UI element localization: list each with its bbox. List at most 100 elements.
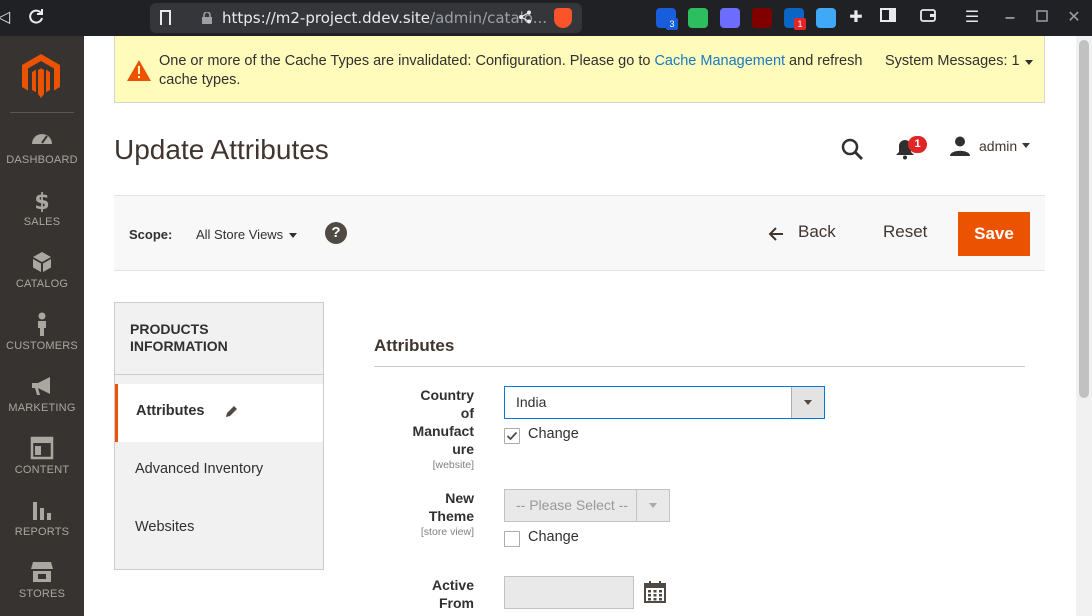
share-icon[interactable] <box>518 10 532 27</box>
chevron-down-icon[interactable] <box>636 490 669 521</box>
chevron-down-icon[interactable] <box>289 233 297 238</box>
cube-icon <box>33 252 51 272</box>
system-messages-toggle[interactable]: System Messages: 1 <box>885 53 1020 69</box>
page-title: Update Attributes <box>114 134 329 165</box>
pencil-icon <box>226 406 237 417</box>
sidebar-toggle-icon[interactable] <box>878 8 898 28</box>
field-scope-label: [store view] <box>420 526 474 538</box>
back-button[interactable]: Back <box>766 222 836 242</box>
sidebar-item-stores[interactable]: STORES <box>0 560 84 616</box>
change-label: Change <box>528 426 579 442</box>
country-of-manufacture-select[interactable]: India <box>504 386 825 419</box>
sidebar-item-label: STORES <box>18 588 66 600</box>
section-title: Attributes <box>374 336 455 355</box>
maximize-icon[interactable] <box>1032 8 1052 28</box>
scrollbar-thumb[interactable] <box>1079 40 1089 398</box>
gauge-icon <box>32 134 52 144</box>
devtools-icon[interactable] <box>816 8 836 28</box>
field-scope-label: [website] <box>432 459 474 471</box>
brave-shield-icon[interactable] <box>554 8 572 28</box>
menu-icon[interactable]: ☰ <box>962 8 982 28</box>
minimize-icon[interactable]: – <box>1000 8 1020 28</box>
close-window-icon[interactable]: ✕ <box>1064 8 1084 28</box>
tabs-divider <box>115 374 323 375</box>
change-label: Change <box>528 529 579 545</box>
back-nav-icon[interactable]: ◁ <box>0 8 14 28</box>
tab-label: Websites <box>135 519 195 535</box>
chevron-down-icon[interactable] <box>791 387 824 418</box>
search-icon[interactable] <box>840 137 864 161</box>
save-button[interactable]: Save <box>958 212 1030 256</box>
sidebar-item-customers[interactable]: CUSTOMERS <box>0 312 84 372</box>
extension-badge: 1 <box>794 18 806 30</box>
theme-change-checkbox[interactable] <box>504 531 520 547</box>
lock-icon <box>202 12 212 24</box>
select-value: India <box>516 394 547 410</box>
tab-attributes[interactable]: Attributes <box>115 384 323 442</box>
country-of-manufacture-label: Country of Manufact ure <box>412 387 474 457</box>
tab-advanced-inventory[interactable]: Advanced Inventory <box>115 442 323 500</box>
notification-count-badge[interactable]: 1 <box>908 136 927 153</box>
bookmark-icon[interactable] <box>160 10 171 25</box>
sidebar-item-sales[interactable]: $ SALES <box>0 188 84 248</box>
new-theme-label: New Theme <box>428 490 474 524</box>
section-divider <box>374 366 1025 367</box>
dollar-icon: $ <box>34 190 49 212</box>
reset-button[interactable]: Reset <box>883 222 927 242</box>
address-bar[interactable]: https://m2-project.ddev.site/admin/catal… <box>150 3 582 33</box>
tab-label: Advanced Inventory <box>135 461 264 477</box>
megaphone-icon <box>32 377 50 395</box>
sidebar-divider <box>10 112 74 113</box>
admin-sidebar: DASHBOARD $ SALES CATALOG CUSTOMERS MARK… <box>0 36 84 616</box>
active-from-label: Active From <box>431 577 474 611</box>
sidebar-item-catalog[interactable]: CATALOG <box>0 250 84 310</box>
ublock-icon[interactable] <box>752 8 772 28</box>
sidebar-item-reports[interactable]: REPORTS <box>0 498 84 558</box>
reload-icon[interactable] <box>26 8 46 28</box>
new-theme-select[interactable]: -- Please Select -- <box>504 489 670 522</box>
bar-chart-icon <box>33 502 51 520</box>
page-scrollbar[interactable] <box>1076 36 1092 616</box>
magento-logo-icon[interactable] <box>22 54 60 98</box>
sidebar-item-marketing[interactable]: MARKETING <box>0 374 84 434</box>
country-change-checkbox[interactable] <box>504 428 520 444</box>
system-notice: One or more of the Cache Types are inval… <box>114 36 1045 103</box>
scope-label: Scope: <box>129 227 173 242</box>
wallet-icon[interactable] <box>918 8 938 28</box>
extension-badge: 3 <box>666 18 678 30</box>
sidebar-item-label: MARKETING <box>8 402 76 414</box>
calendar-icon[interactable] <box>644 581 666 603</box>
admin-user-menu[interactable]: admin <box>979 138 1017 154</box>
sidebar-item-dashboard[interactable]: DASHBOARD <box>0 126 84 186</box>
help-icon[interactable]: ? <box>325 222 347 244</box>
svg-text:$: $ <box>34 190 49 212</box>
tab-label: Attributes <box>136 403 205 419</box>
scope-switcher[interactable]: All Store Views <box>196 227 283 242</box>
sidebar-item-label: CUSTOMERS <box>6 340 78 352</box>
tabs-heading: PRODUCTS INFORMATION <box>130 321 228 354</box>
sidebar-item-label: REPORTS <box>14 526 70 538</box>
notice-message: One or more of the Cache Types are inval… <box>159 53 863 88</box>
url-text[interactable]: https://m2-project.ddev.site/admin/catal… <box>222 9 547 27</box>
active-from-input[interactable] <box>504 576 634 609</box>
evernote-icon[interactable] <box>688 8 708 28</box>
page-actions-toolbar: Scope: All Store Views ? Back Reset Save <box>114 195 1045 271</box>
product-tabs: PRODUCTS INFORMATION Attributes Advanced … <box>114 302 324 570</box>
cache-management-link[interactable]: Cache Management <box>654 53 785 69</box>
sidebar-item-label: CONTENT <box>14 464 70 476</box>
sidebar-item-label: CATALOG <box>15 278 69 290</box>
store-icon <box>31 562 53 582</box>
tab-websites[interactable]: Websites <box>115 500 323 558</box>
layout-icon <box>30 436 54 460</box>
warning-icon <box>127 60 151 81</box>
snowflake-icon[interactable] <box>720 8 740 28</box>
user-icon[interactable] <box>949 136 971 156</box>
person-icon <box>38 312 46 336</box>
sidebar-item-label: DASHBOARD <box>6 154 78 166</box>
sidebar-item-content[interactable]: CONTENT <box>0 436 84 496</box>
chevron-down-icon[interactable] <box>1022 143 1030 148</box>
select-value: -- Please Select -- <box>516 497 629 513</box>
chevron-down-icon[interactable] <box>1025 60 1033 65</box>
extensions-puzzle-icon[interactable]: ✚ <box>846 8 866 28</box>
browser-toolbar: ◁ https://m2-project.ddev.site/admin/cat… <box>0 0 1092 36</box>
